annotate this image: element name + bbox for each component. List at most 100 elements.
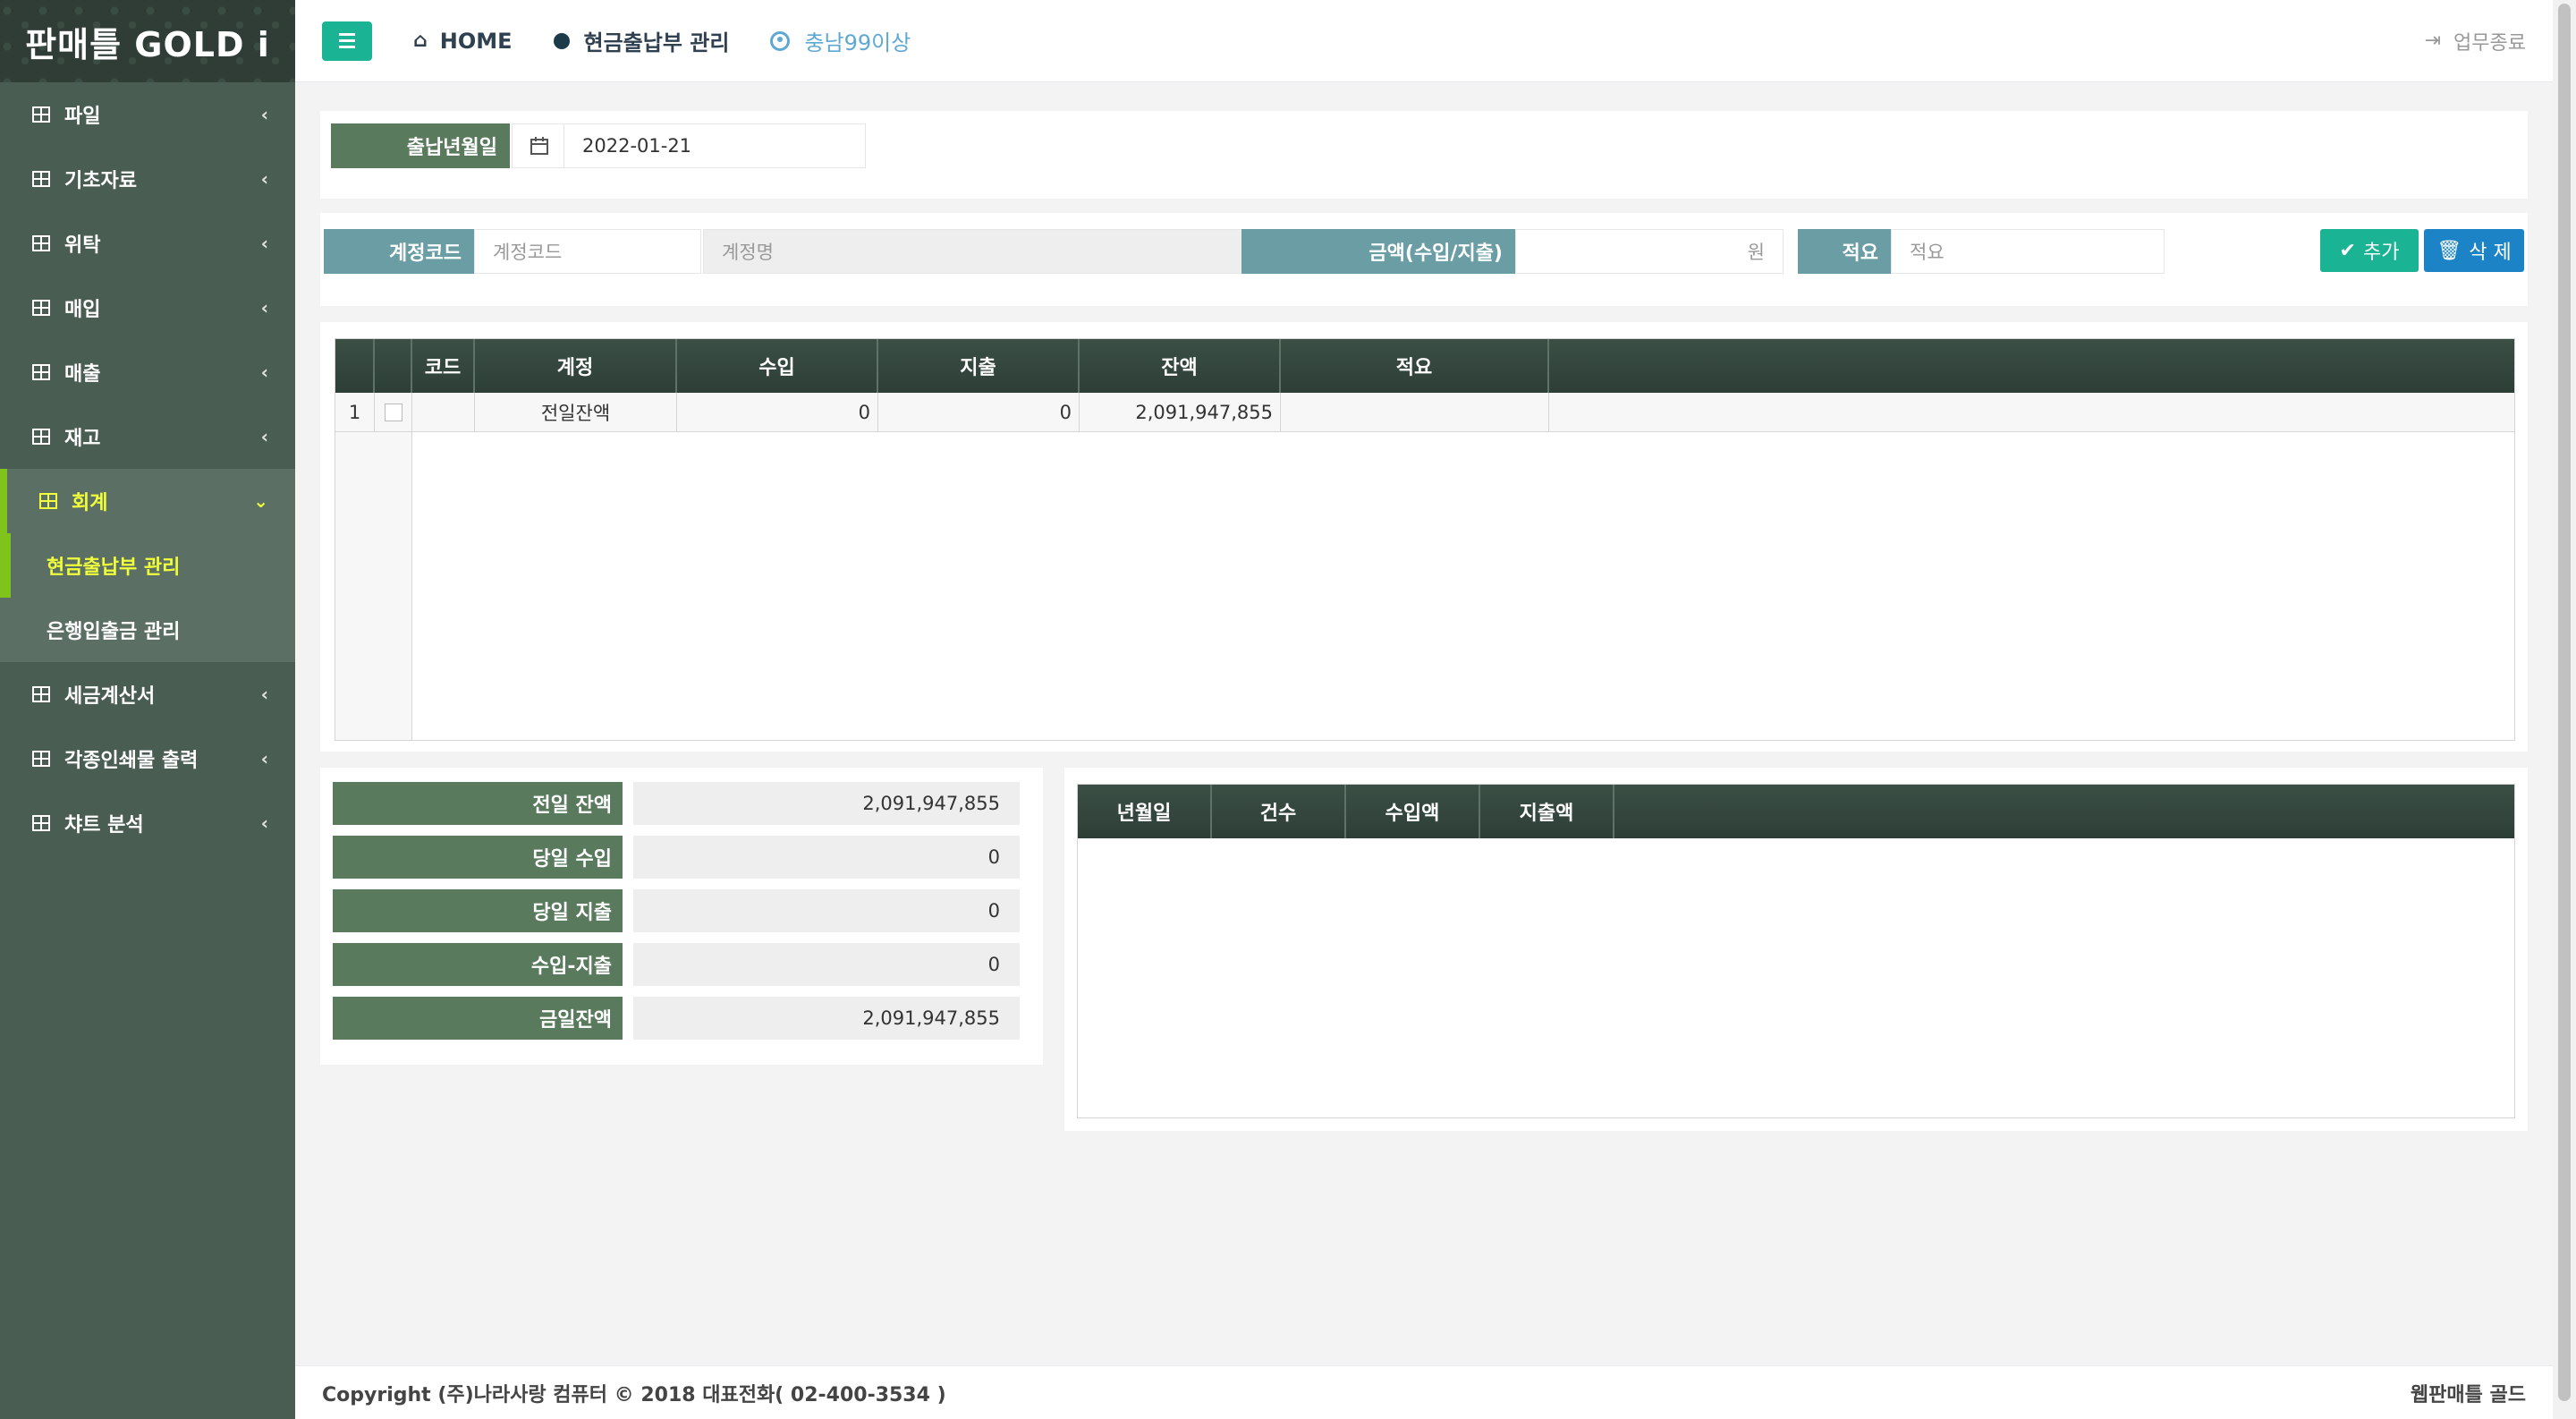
header-balance[interactable]: 잔액 — [1080, 339, 1281, 393]
sidebar-item-label: 재고 — [64, 428, 101, 450]
row-expense: 0 — [878, 393, 1080, 432]
table-icon — [32, 429, 50, 445]
summary-net-value: 0 — [633, 943, 1020, 986]
entry-panel: 계정코드 계정코드 계정명 금액(수입/지출) 원 적요 적요 ✔ 추가 🗑 삭 제 — [320, 213, 2528, 306]
chevron-left-icon: ‹ — [260, 104, 268, 125]
user-link[interactable]: 충남99이상 — [770, 25, 911, 56]
logout-button[interactable]: ⇥ 업무종료 — [2425, 27, 2526, 55]
memo-label: 적요 — [1798, 229, 1891, 274]
row-account: 전일잔액 — [475, 393, 677, 432]
current-page-link[interactable]: 현금출납부 관리 — [553, 25, 729, 56]
copyright-text: Copyright (주)나라사랑 컴퓨터 © 2018 대표전화( 02-40… — [322, 1383, 946, 1406]
calendar-icon[interactable] — [512, 123, 565, 168]
add-button[interactable]: ✔ 추가 — [2320, 229, 2419, 272]
sidebar-item-print[interactable]: 각종인쇄물 출력 ‹ — [0, 726, 295, 791]
header-memo[interactable]: 적요 — [1281, 339, 1549, 393]
amount-input[interactable]: 원 — [1515, 229, 1784, 274]
sidebar-item-label: 세금계산서 — [64, 685, 156, 708]
sidebar-item-basic-data[interactable]: 기초자료 ‹ — [0, 147, 295, 211]
summary-today-income-label: 당일 수입 — [333, 836, 623, 879]
sidebar-item-sales[interactable]: 매출 ‹ — [0, 340, 295, 404]
header-code[interactable]: 코드 — [412, 339, 475, 393]
row-checkbox[interactable] — [375, 393, 412, 432]
chevron-down-icon: ⌄ — [253, 490, 268, 512]
daily-table: 년월일 건수 수입액 지출액 — [1077, 784, 2515, 1118]
header-income-amount[interactable]: 수입액 — [1346, 785, 1480, 838]
sidebar-item-consignment[interactable]: 위탁 ‹ — [0, 211, 295, 276]
sidebar-item-label: 기초자료 — [64, 170, 137, 192]
home-icon: ⌂ — [413, 30, 428, 52]
sidebar-item-accounting[interactable]: 회계 ⌄ — [0, 469, 295, 533]
summary-net-label: 수입-지출 — [333, 943, 623, 986]
trash-icon: 🗑 — [2436, 239, 2462, 262]
table-icon — [32, 686, 50, 702]
table-icon — [32, 300, 50, 316]
row-memo — [1281, 393, 1549, 432]
sidebar-item-label: 매입 — [64, 299, 101, 321]
footer-brand-text: 웹판매틀 골드 — [2410, 1383, 2526, 1406]
menu-toggle-button[interactable] — [322, 21, 372, 61]
sidebar-item-chart[interactable]: 챠트 분석 ‹ — [0, 791, 295, 855]
sidebar-item-label: 파일 — [64, 106, 101, 128]
memo-input[interactable]: 적요 — [1891, 229, 2165, 274]
date-label: 출납년월일 — [331, 123, 510, 168]
amount-label: 금액(수입/지출) — [1241, 229, 1515, 274]
row-number: 1 — [335, 393, 375, 432]
chevron-left-icon: ‹ — [260, 684, 268, 705]
chevron-left-icon: ‹ — [260, 297, 268, 319]
table-icon — [32, 751, 50, 767]
ledger-panel: 코드 계정 수입 지출 잔액 적요 1 전일잔액 0 0 2,091,947,8… — [320, 322, 2528, 752]
sidebar-subitem-label: 현금출납부 관리 — [47, 557, 181, 579]
sidebar: 판매틀 GOLD i 파일 ‹ 기초자료 ‹ 위탁 ‹ 매입 ‹ 매출 ‹ 재고… — [0, 0, 295, 1419]
sidebar-item-label: 챠트 분석 — [64, 814, 144, 837]
summary-today-expense-value: 0 — [633, 889, 1020, 932]
header-date[interactable]: 년월일 — [1078, 785, 1212, 838]
table-icon — [39, 493, 57, 509]
sidebar-subitem-bank[interactable]: 은행입출금 관리 — [0, 598, 295, 662]
row-code — [412, 393, 475, 432]
hamburger-icon — [339, 33, 355, 36]
home-link[interactable]: ⌂ HOME — [413, 29, 513, 54]
sidebar-subitem-cashbook[interactable]: 현금출납부 관리 — [0, 533, 295, 598]
circle-icon — [553, 32, 570, 49]
table-icon — [32, 815, 50, 831]
chevron-left-icon: ‹ — [260, 426, 268, 447]
sign-out-icon: ⇥ — [2424, 30, 2442, 52]
header-expense[interactable]: 지출 — [878, 339, 1080, 393]
delete-button[interactable]: 🗑 삭 제 — [2424, 229, 2524, 272]
check-icon: ✔ — [2339, 239, 2356, 262]
header-income[interactable]: 수입 — [677, 339, 878, 393]
date-filter-panel: 출납년월일 2022-01-21 — [320, 111, 2528, 199]
header-expense-amount[interactable]: 지출액 — [1480, 785, 1614, 838]
summary-today-balance-label: 금일잔액 — [333, 997, 623, 1040]
header-count[interactable]: 건수 — [1212, 785, 1346, 838]
sidebar-subitem-label: 은행입출금 관리 — [47, 621, 181, 643]
summary-today-expense-label: 당일 지출 — [333, 889, 623, 932]
header-rownum — [335, 339, 375, 393]
header-check[interactable] — [375, 339, 412, 393]
scrollbar-thumb[interactable] — [2558, 4, 2571, 1401]
sidebar-item-file[interactable]: 파일 ‹ — [0, 82, 295, 147]
sidebar-item-purchase[interactable]: 매입 ‹ — [0, 276, 295, 340]
summary-prev-balance-label: 전일 잔액 — [333, 782, 623, 825]
table-icon — [32, 364, 50, 380]
row-income: 0 — [677, 393, 878, 432]
summary-today-balance-value: 2,091,947,855 — [633, 997, 1020, 1040]
sidebar-item-label: 위탁 — [64, 234, 101, 257]
row-balance: 2,091,947,855 — [1080, 393, 1281, 432]
sidebar-item-tax-invoice[interactable]: 세금계산서 ‹ — [0, 662, 295, 726]
account-code-input[interactable]: 계정코드 — [474, 229, 701, 274]
footer: Copyright (주)나라사랑 컴퓨터 © 2018 대표전화( 02-40… — [295, 1365, 2553, 1419]
table-icon — [32, 235, 50, 251]
header-account[interactable]: 계정 — [475, 339, 677, 393]
sidebar-item-inventory[interactable]: 재고 ‹ — [0, 404, 295, 469]
chevron-left-icon: ‹ — [260, 748, 268, 769]
vertical-scrollbar[interactable] — [2553, 0, 2576, 1419]
chevron-left-icon: ‹ — [260, 361, 268, 383]
chevron-left-icon: ‹ — [260, 812, 268, 834]
sidebar-item-label: 회계 — [72, 492, 108, 514]
date-input[interactable]: 2022-01-21 — [564, 123, 866, 168]
brand-logo[interactable]: 판매틀 GOLD i — [0, 0, 295, 82]
user-icon — [770, 30, 791, 51]
chevron-left-icon: ‹ — [260, 168, 268, 190]
